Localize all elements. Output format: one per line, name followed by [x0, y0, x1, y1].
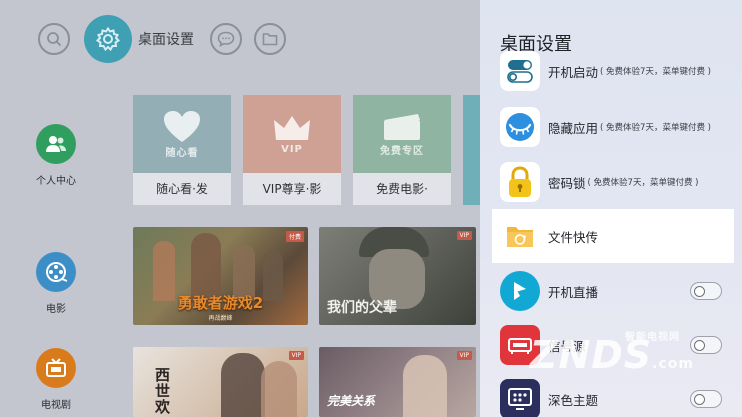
poster-our-fathers[interactable]: VIP 我们的父辈: [319, 227, 476, 325]
search-icon: [47, 32, 62, 47]
setting-label: 开机启动: [548, 64, 599, 80]
boot-switch-icon: [500, 51, 540, 91]
poster-title: 西世欢: [155, 366, 171, 416]
tile-art-text: 免费专区: [380, 145, 424, 157]
eye-closed-icon: [500, 107, 540, 147]
desktop-settings-button[interactable]: [84, 15, 132, 63]
crown-icon: [274, 115, 310, 140]
nav-label: 个人中心: [36, 176, 76, 187]
setting-label: 深色主题: [548, 392, 599, 408]
tile-vip[interactable]: VIP VIP尊享·影: [243, 95, 341, 205]
gear-icon: [95, 26, 121, 52]
poster-drama-2[interactable]: VIP 完美关系: [319, 347, 476, 417]
dark-theme-icon: [500, 379, 540, 417]
nav-item-tv-series[interactable]: 电视剧: [22, 348, 90, 411]
top-bar: 桌面设置: [38, 15, 286, 63]
nav-label: 电影: [46, 304, 66, 315]
watermark-suffix: .com: [652, 356, 694, 372]
poster-badge: VIP: [288, 351, 304, 360]
dark-theme-toggle[interactable]: [690, 390, 722, 408]
poster-badge: VIP: [456, 231, 472, 240]
setting-note: ( 免费体验7天，菜单键付费 ): [587, 178, 699, 188]
padlock-icon: [500, 162, 540, 202]
poster-drama-1[interactable]: VIP 西世欢: [133, 347, 308, 417]
tile-art: 免费专区: [353, 95, 451, 173]
heart-icon: [164, 110, 200, 142]
watermark-brand: ZNDS: [529, 333, 653, 377]
nav-item-movies[interactable]: 电影: [22, 252, 90, 315]
poster-badge: 付费: [285, 231, 304, 242]
setting-dark-theme[interactable]: 深色主题: [492, 372, 734, 417]
setting-label: 密码锁: [548, 175, 586, 191]
user-group-icon: [36, 124, 76, 164]
folder-transfer-icon: [500, 216, 540, 256]
tile-art-text: VIP: [281, 143, 303, 155]
file-manager-button[interactable]: [254, 23, 286, 55]
tile-art: VIP: [243, 95, 341, 173]
setting-boot-live[interactable]: 开机直播: [492, 264, 734, 318]
nav-label: 电视剧: [41, 400, 71, 411]
folder-icon: [262, 33, 278, 46]
setting-hide-apps[interactable]: 隐藏应用 ( 免费体验7天，菜单键付费 ): [492, 100, 734, 154]
signal-source-toggle[interactable]: [690, 336, 722, 354]
poster-title: 勇敢者游戏2: [177, 294, 264, 312]
message-button[interactable]: [210, 23, 242, 55]
poster-title: 完美关系: [327, 394, 376, 408]
ticket-icon: [384, 113, 420, 140]
setting-file-transfer[interactable]: 文件快传: [492, 209, 734, 263]
nav-item-personal-center[interactable]: 个人中心: [22, 124, 90, 187]
setting-label: 隐藏应用: [548, 120, 599, 136]
tile-watch-freely[interactable]: 随心看 随心看·发: [133, 95, 231, 205]
poster-jumanji[interactable]: 付费 勇敢者游戏2 再战巅峰: [133, 227, 308, 325]
setting-label: 文件快传: [548, 229, 599, 245]
poster-title: 我们的父辈: [327, 300, 397, 316]
settings-label: 桌面设置: [138, 32, 194, 48]
tile-caption: 免费电影·: [376, 182, 428, 196]
setting-note: ( 免费体验7天，菜单键付费 ): [600, 67, 711, 77]
search-button[interactable]: [38, 23, 70, 55]
tile-caption: 随心看·发: [156, 182, 208, 196]
setting-password-lock[interactable]: 密码锁 ( 免费体验7天，菜单键付费 ): [492, 155, 734, 209]
znds-watermark: ZNDS.com: [530, 333, 694, 377]
boot-live-toggle[interactable]: [690, 282, 722, 300]
film-reel-icon: [36, 252, 76, 292]
tile-free-movies[interactable]: 免费专区 免费电影·: [353, 95, 451, 205]
chat-bubble-icon: [217, 31, 235, 47]
poster-subtitle: 再战巅峰: [208, 315, 233, 322]
setting-label: 开机直播: [548, 284, 599, 300]
setting-note: ( 免费体验7天，菜单键付费 ): [600, 123, 711, 133]
tile-caption: VIP尊享·影: [262, 182, 322, 196]
poster-badge: VIP: [456, 351, 472, 360]
live-play-icon: [500, 271, 540, 311]
setting-boot-start[interactable]: 开机启动 ( 免费体验7天，菜单键付费 ): [492, 44, 734, 98]
tile-art-text: 随心看: [165, 147, 199, 159]
tile-art: 随心看: [133, 95, 231, 173]
tv-icon: [36, 348, 76, 388]
